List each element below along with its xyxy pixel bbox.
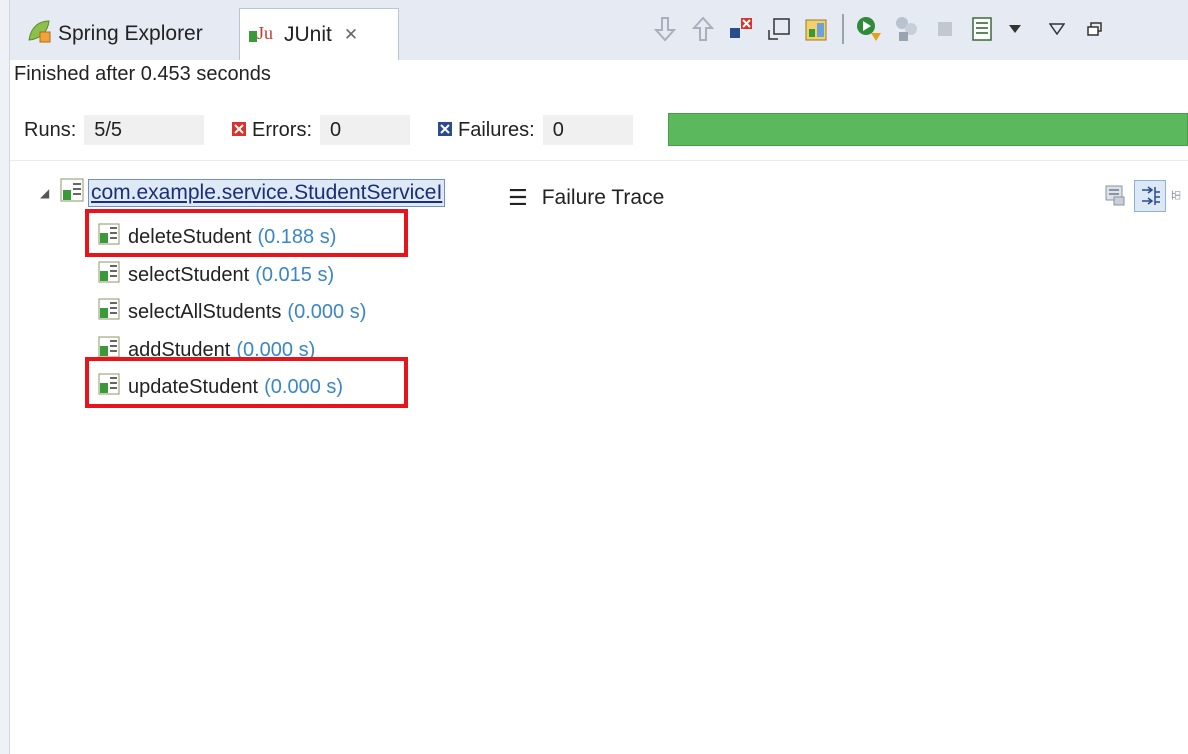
tab-spring-explorer[interactable]: Spring Explorer — [26, 8, 203, 60]
collapse-arrow-icon[interactable]: ◢ — [40, 186, 60, 200]
test-name: selectStudent — [128, 263, 250, 286]
test-case-row[interactable]: selectStudent (0.015 s) — [98, 261, 334, 289]
failure-trace-header: ☰ Failure Trace — [496, 178, 1188, 218]
scroll-lock-icon[interactable] — [764, 14, 794, 44]
tree-structure-icon[interactable] — [1170, 180, 1184, 210]
svg-text:Ju: Ju — [257, 23, 273, 43]
runs-label: Runs: — [24, 118, 77, 141]
test-passed-icon — [98, 298, 120, 326]
rerun-icon[interactable] — [854, 14, 884, 44]
layout-icon[interactable] — [968, 14, 998, 44]
spring-leaf-icon — [26, 18, 52, 50]
previous-failure-icon[interactable] — [688, 14, 718, 44]
error-icon — [232, 119, 246, 142]
junit-icon: Ju — [248, 20, 278, 50]
failure-trace-toolbar — [1100, 180, 1188, 212]
view-toolbar — [650, 14, 1118, 44]
stop-icon[interactable] — [930, 14, 960, 44]
filter-stack-icon[interactable] — [1100, 180, 1130, 210]
errors-value: 0 — [320, 115, 410, 145]
test-progress-bar — [668, 113, 1188, 146]
view-tab-bar: Spring Explorer Ju JUnit ✕ — [10, 0, 1188, 60]
minimize-icon[interactable] — [1080, 14, 1110, 44]
tree-root-label: com.example.service.StudentServiceI — [88, 179, 446, 207]
failure-trace-title: Failure Trace — [541, 186, 665, 209]
test-case-row[interactable]: selectAllStudents (0.000 s) — [98, 298, 366, 326]
runs-counter: Runs: 5/5 — [24, 113, 205, 147]
run-status-text: Finished after 0.453 seconds — [14, 63, 271, 85]
failure-icon — [438, 119, 452, 142]
history-icon[interactable] — [802, 14, 832, 44]
test-suite-icon — [60, 178, 84, 208]
show-failures-only-icon[interactable] — [726, 14, 756, 44]
test-time: (0.015 s) — [255, 263, 335, 286]
test-name: selectAllStudents — [128, 300, 282, 323]
view-frame-border — [0, 0, 10, 754]
view-menu-icon[interactable] — [1042, 14, 1072, 44]
rerun-failed-icon[interactable] — [892, 14, 922, 44]
hamburger-menu-icon[interactable]: ☰ — [508, 185, 528, 211]
tab-label: Spring Explorer — [58, 22, 203, 45]
highlight-box — [85, 209, 408, 257]
failures-label: Failures: — [458, 118, 535, 141]
divider — [10, 160, 1188, 161]
test-passed-icon — [98, 261, 120, 289]
errors-counter: Errors: 0 — [232, 113, 410, 147]
close-icon[interactable]: ✕ — [344, 25, 358, 45]
next-failure-icon[interactable] — [650, 14, 680, 44]
compare-results-icon[interactable] — [1134, 180, 1166, 212]
failures-value: 0 — [542, 115, 633, 145]
tree-root-suite[interactable]: ◢ com.example.service.StudentServiceI — [40, 178, 495, 208]
tab-label: JUnit — [284, 22, 332, 46]
errors-label: Errors: — [252, 118, 312, 141]
layout-dropdown-icon[interactable] — [1006, 14, 1024, 44]
tab-junit[interactable]: Ju JUnit ✕ — [239, 8, 399, 60]
test-time: (0.000 s) — [287, 300, 367, 323]
runs-value: 5/5 — [84, 115, 205, 145]
highlight-box — [85, 357, 408, 408]
toolbar-separator — [842, 14, 844, 44]
failures-counter: Failures: 0 — [438, 113, 633, 147]
